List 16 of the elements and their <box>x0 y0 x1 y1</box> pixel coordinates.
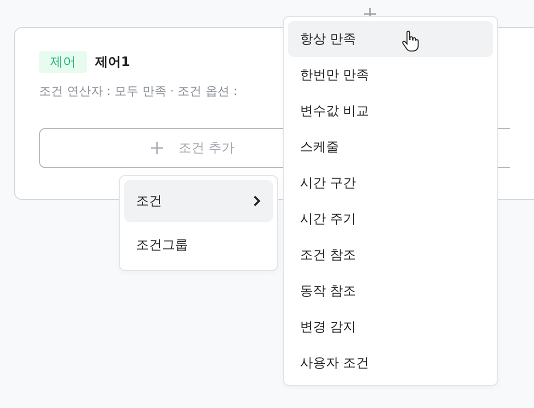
hand-cursor-icon <box>401 30 419 52</box>
menu-item[interactable]: 조건그룹 <box>124 224 273 266</box>
menu-item[interactable]: 한번만 만족 <box>288 57 493 93</box>
menu-item[interactable]: 시간 주기 <box>288 201 493 237</box>
menu-item[interactable]: 동작 참조 <box>288 273 493 309</box>
menu-item[interactable]: 조건 <box>124 180 273 222</box>
menu-item[interactable]: 조건 참조 <box>288 237 493 273</box>
menu-item[interactable]: 사용자 조건 <box>288 345 493 381</box>
condition-summary: 조건 연산자 : 모두 만족 · 조건 옵션 : <box>39 83 238 100</box>
menu-item[interactable]: 항상 만족 <box>288 21 493 57</box>
plus-icon <box>150 141 164 155</box>
card-title: 제어1 <box>95 54 130 71</box>
menu-item[interactable]: 변경 감지 <box>288 309 493 345</box>
menu-item[interactable]: 시간 구간 <box>288 165 493 201</box>
category-tag: 제어 <box>39 51 87 73</box>
menu-item[interactable]: 변수값 비교 <box>288 93 493 129</box>
